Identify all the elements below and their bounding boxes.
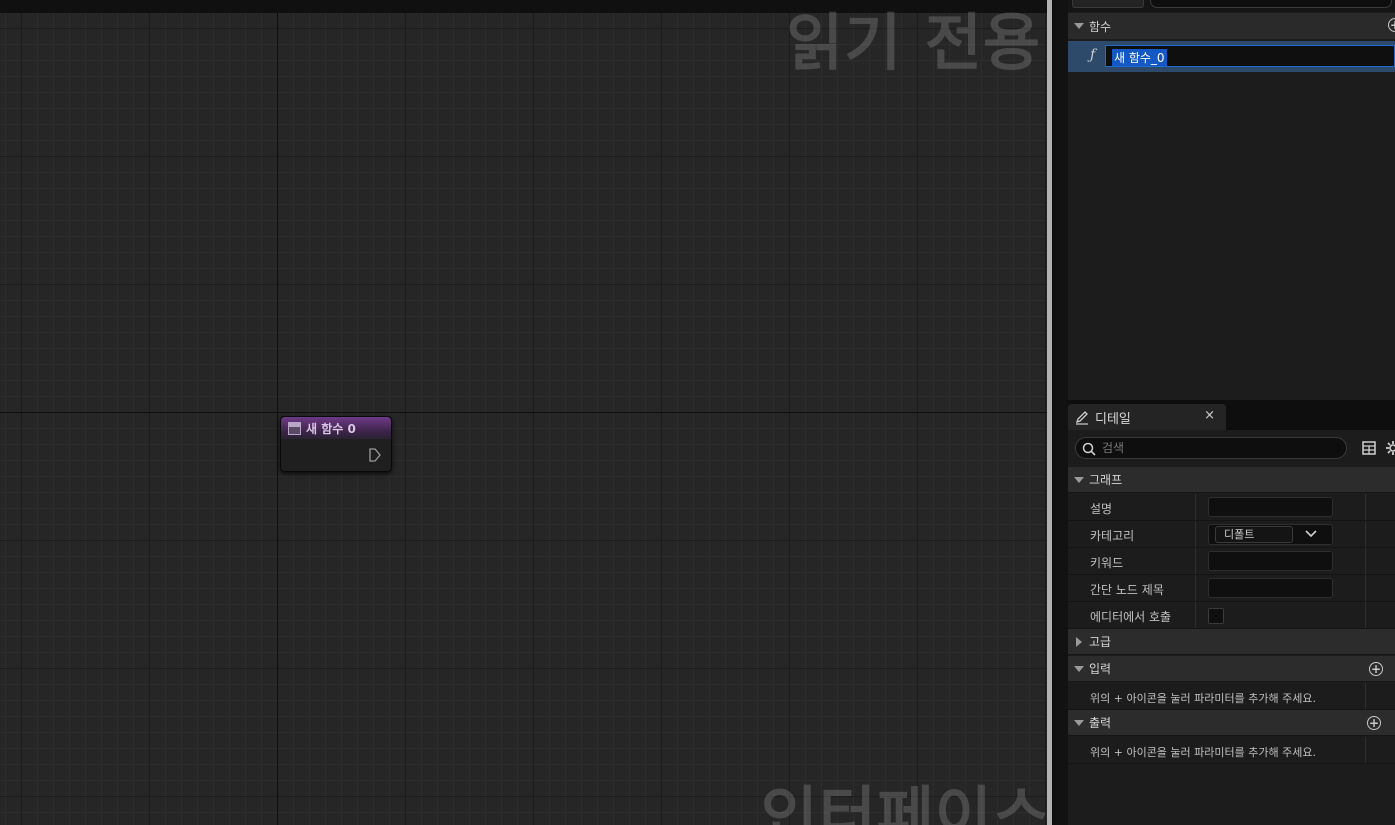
inputs-category-header[interactable]: 입력 + <box>1068 656 1395 682</box>
column-divider <box>1195 521 1196 547</box>
category-combo[interactable]: 디폴트 <box>1208 524 1333 545</box>
call-in-editor-label: 에디터에서 호출 <box>1090 610 1172 624</box>
outputs-hint: 위의 + 아이콘을 눌러 파라미터를 추가해 주세요. <box>1090 746 1316 759</box>
read-only-watermark: 읽기 전용 <box>786 6 1041 79</box>
details-tab-title: 디테일 <box>1095 411 1131 427</box>
node-header: 새 함수 0 <box>281 417 391 439</box>
inputs-hint: 위의 + 아이콘을 눌러 파라미터를 추가해 주세요. <box>1090 692 1316 705</box>
right-panel: 함수 + ƒ 새 함수_0 디테일 × <box>1055 0 1395 825</box>
compact-title-label: 간단 노드 제목 <box>1090 583 1164 597</box>
column-divider <box>1195 575 1196 601</box>
function-name-edit[interactable]: 새 함수_0 <box>1105 45 1395 67</box>
category-label: 카테고리 <box>1090 529 1135 543</box>
advanced-category-header[interactable]: 고급 <box>1068 629 1395 655</box>
expand-caret-icon <box>1074 476 1084 483</box>
search-input[interactable] <box>1102 439 1342 457</box>
description-field[interactable] <box>1208 497 1333 517</box>
graph-canvas[interactable]: 읽기 전용 인터페이스 새 함수 0 <box>0 0 1047 825</box>
my-blueprint-search[interactable] <box>1150 0 1392 8</box>
column-divider <box>1195 602 1196 628</box>
function-name-selected-text[interactable]: 새 함수_0 <box>1112 49 1167 66</box>
outputs-category-label: 출력 <box>1089 716 1112 730</box>
collapsed-caret-icon <box>1076 636 1082 647</box>
graph-category-header[interactable]: 그래프 <box>1068 467 1395 493</box>
details-panel: 그래프 설명 카테고리 디폴트 키워드 간단 노드 제목 <box>1068 430 1395 825</box>
category-row: 카테고리 디폴트 <box>1068 521 1395 548</box>
details-tab[interactable]: 디테일 × <box>1068 404 1226 430</box>
description-label: 설명 <box>1090 502 1113 516</box>
advanced-category-label: 고급 <box>1089 635 1112 649</box>
details-search[interactable] <box>1075 437 1347 459</box>
pencil-icon <box>1075 411 1088 425</box>
close-icon[interactable]: × <box>1204 408 1215 423</box>
keywords-row: 키워드 <box>1068 548 1395 575</box>
column-divider <box>1365 737 1366 763</box>
function-list-item[interactable]: ƒ 새 함수_0 <box>1068 41 1395 72</box>
graph-scrollbar[interactable] <box>1047 0 1052 825</box>
column-divider <box>1365 575 1366 601</box>
outputs-category-header[interactable]: 출력 + <box>1068 710 1395 736</box>
add-input-icon[interactable]: + <box>1369 662 1383 676</box>
column-divider <box>1365 548 1366 574</box>
column-divider <box>1365 494 1366 520</box>
node-title: 새 함수 0 <box>306 421 356 436</box>
column-divider <box>1365 602 1366 628</box>
interface-watermark: 인터페이스 <box>760 779 1047 825</box>
compact-title-field[interactable] <box>1208 578 1333 598</box>
outputs-hint-row: 위의 + 아이콘을 눌러 파라미터를 추가해 주세요. <box>1068 737 1395 764</box>
chevron-down-icon[interactable] <box>1305 529 1317 539</box>
add-function-icon[interactable]: + <box>1388 18 1395 32</box>
add-button[interactable] <box>1072 0 1144 8</box>
details-tab-bar: 디테일 × <box>1068 400 1395 430</box>
table-view-icon[interactable] <box>1362 441 1376 455</box>
keywords-field[interactable] <box>1208 551 1333 571</box>
call-in-editor-checkbox[interactable] <box>1208 608 1224 624</box>
graph-category-label: 그래프 <box>1089 473 1123 487</box>
call-in-editor-row: 에디터에서 호출 <box>1068 602 1395 629</box>
expand-caret-icon <box>1074 665 1084 672</box>
category-value[interactable]: 디폴트 <box>1215 526 1293 543</box>
exec-output-pin-icon[interactable] <box>369 448 381 462</box>
function-icon: ƒ <box>1090 47 1096 63</box>
function-entry-node[interactable]: 새 함수 0 <box>280 416 392 472</box>
add-output-icon[interactable]: + <box>1367 716 1381 730</box>
column-divider <box>1195 548 1196 574</box>
column-divider <box>1365 683 1366 709</box>
my-blueprint-toolbar <box>1068 0 1395 12</box>
description-row: 설명 <box>1068 494 1395 521</box>
functions-section-header[interactable]: 함수 + <box>1068 13 1395 39</box>
expand-caret-icon <box>1074 23 1084 29</box>
gear-icon[interactable] <box>1385 440 1395 456</box>
functions-section-title: 함수 <box>1089 19 1112 34</box>
compact-title-row: 간단 노드 제목 <box>1068 575 1395 602</box>
my-blueprint-panel: 함수 + ƒ 새 함수_0 <box>1068 0 1395 400</box>
expand-caret-icon <box>1074 719 1084 726</box>
inputs-category-label: 입력 <box>1089 662 1112 676</box>
keywords-label: 키워드 <box>1090 556 1124 570</box>
search-icon <box>1082 442 1096 456</box>
inputs-hint-row: 위의 + 아이콘을 눌러 파라미터를 추가해 주세요. <box>1068 683 1395 710</box>
column-divider <box>1195 494 1196 520</box>
column-divider <box>1365 521 1366 547</box>
function-node-icon <box>288 421 301 435</box>
